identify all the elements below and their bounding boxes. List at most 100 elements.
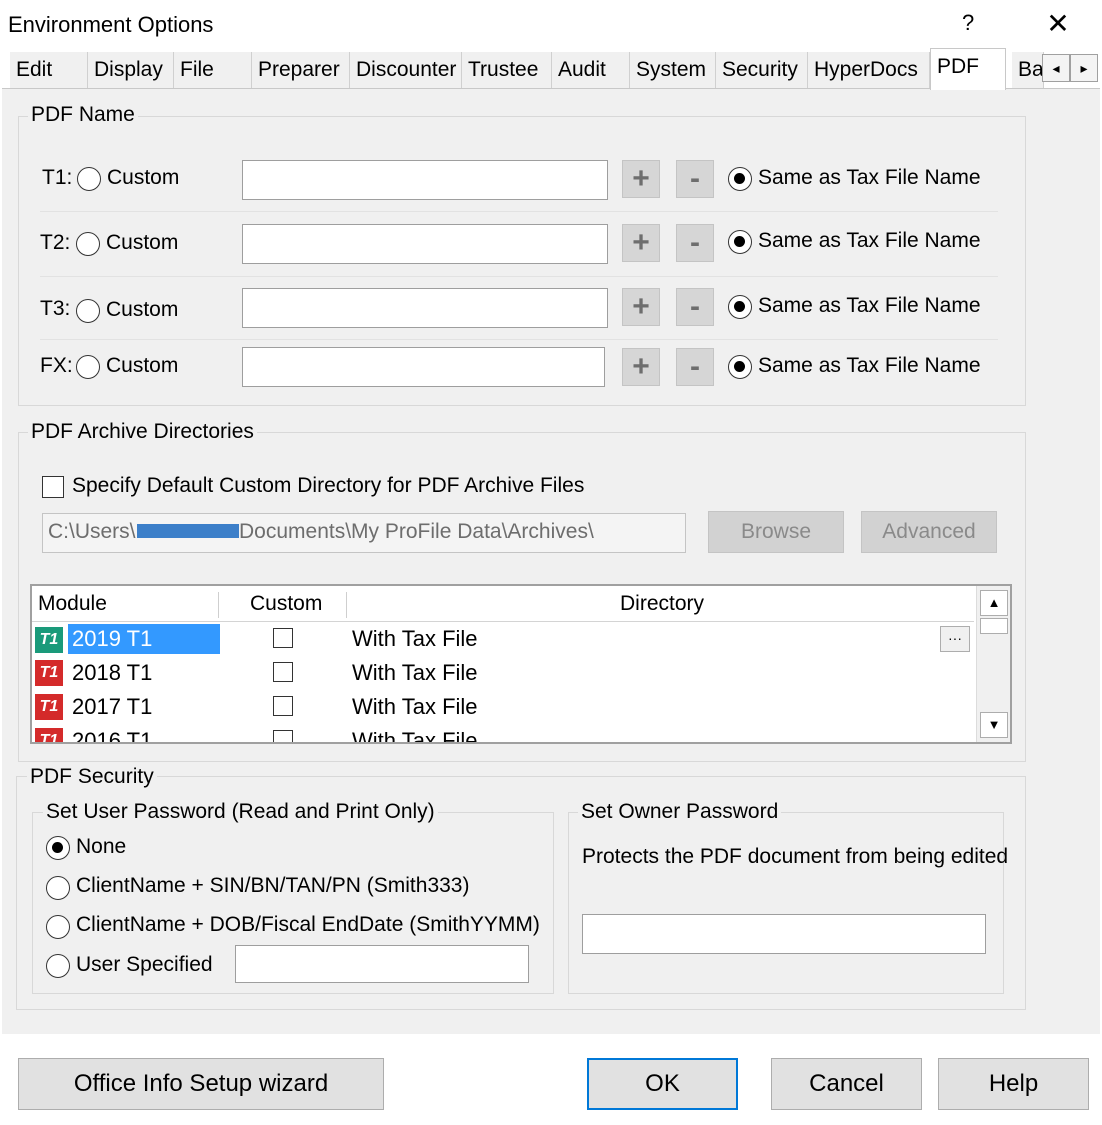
browse-button[interactable]: Browse — [708, 511, 844, 553]
module-name: 2017 T1 — [72, 694, 153, 719]
tab-audit[interactable]: Audit — [552, 52, 630, 88]
row-divider — [40, 339, 998, 340]
window-title: Environment Options — [8, 12, 214, 37]
t3-same-radio[interactable] — [728, 295, 752, 319]
custom-checkbox[interactable] — [273, 662, 293, 682]
help-button[interactable]: Help — [938, 1058, 1089, 1110]
t2-same-radio[interactable] — [728, 230, 752, 254]
column-divider — [346, 592, 347, 618]
owner-password-legend: Set Owner Password — [578, 800, 782, 824]
tab-security[interactable]: Security — [716, 52, 808, 88]
t2-same-label[interactable]: Same as Tax File Name — [758, 229, 981, 253]
fx-prefix: FX: — [40, 354, 73, 377]
advanced-button[interactable]: Advanced — [861, 511, 997, 553]
custom-directory-checkbox[interactable] — [42, 476, 64, 498]
ok-button[interactable]: OK — [587, 1058, 738, 1110]
custom-checkbox[interactable] — [273, 730, 293, 742]
t3-custom-label[interactable]: Custom — [106, 298, 178, 322]
t3-same-label[interactable]: Same as Tax File Name — [758, 294, 981, 318]
help-question-icon[interactable]: ? — [962, 10, 974, 36]
none-radio[interactable] — [46, 836, 70, 860]
t1-same-label[interactable]: Same as Tax File Name — [758, 166, 981, 190]
cancel-button[interactable]: Cancel — [771, 1058, 922, 1110]
user-password-legend: Set User Password (Read and Print Only) — [43, 800, 438, 824]
scroll-thumb[interactable] — [980, 618, 1008, 634]
tab-display[interactable]: Display — [88, 52, 174, 88]
tab-ba[interactable]: Ba — [1012, 52, 1044, 88]
none-label[interactable]: None — [76, 835, 126, 859]
custom-checkbox[interactable] — [273, 628, 293, 648]
t3-remove-button[interactable]: - — [676, 288, 714, 326]
fx-custom-radio[interactable] — [76, 355, 100, 379]
custom-directory-label[interactable]: Specify Default Custom Directory for PDF… — [72, 474, 584, 498]
t1-prefix: T1: — [42, 166, 73, 189]
owner-password-input[interactable] — [582, 914, 986, 954]
office-info-setup-wizard-button[interactable]: Office Info Setup wizard — [18, 1058, 384, 1110]
t3-custom-radio[interactable] — [76, 299, 100, 323]
column-directory-header[interactable]: Directory — [620, 587, 705, 622]
column-module-header[interactable]: Module — [38, 587, 107, 622]
tab-hyperdocs[interactable]: HyperDocs — [808, 52, 930, 88]
tab-preparer[interactable]: Preparer — [252, 52, 350, 88]
fx-custom-label[interactable]: Custom — [106, 354, 178, 378]
archive-module-grid: Module Custom Directory T1 2019 T1 With … — [30, 584, 1012, 744]
t1-custom-name-input[interactable] — [242, 160, 608, 200]
user-specified-password-input[interactable] — [235, 945, 529, 983]
t2-prefix: T2: — [40, 231, 71, 254]
user-specified-radio[interactable] — [46, 954, 70, 978]
sin-password-radio[interactable] — [46, 876, 70, 900]
t3-add-button[interactable]: + — [622, 288, 660, 326]
sin-password-label[interactable]: ClientName + SIN/BN/TAN/PN (Smith333) — [76, 874, 469, 898]
tab-trustee[interactable]: Trustee — [462, 52, 552, 88]
tab-file[interactable]: File — [174, 52, 252, 88]
tab-edit[interactable]: Edit — [10, 52, 88, 88]
t1-custom-radio[interactable] — [77, 167, 101, 191]
scroll-up-icon[interactable]: ▲ — [980, 590, 1008, 616]
column-divider — [218, 592, 219, 618]
tab-pdf[interactable]: PDF — [930, 48, 1006, 90]
close-icon[interactable]: ✕ — [1040, 6, 1076, 42]
t1-module-icon: T1 — [35, 694, 63, 720]
fx-custom-name-input[interactable] — [242, 347, 605, 387]
table-row[interactable]: T1 2017 T1 With Tax File — [32, 690, 974, 724]
table-row[interactable]: T1 2016 T1 With Tax File — [32, 724, 974, 744]
t2-remove-button[interactable]: - — [676, 224, 714, 262]
t1-add-button[interactable]: + — [622, 160, 660, 198]
owner-password-group — [568, 812, 1004, 994]
module-name: 2018 T1 — [72, 660, 153, 685]
t3-custom-name-input[interactable] — [242, 288, 608, 328]
redacted-username — [137, 524, 239, 538]
t2-custom-name-input[interactable] — [242, 224, 608, 264]
t2-add-button[interactable]: + — [622, 224, 660, 262]
table-row[interactable]: T1 2018 T1 With Tax File — [32, 656, 974, 690]
t2-custom-radio[interactable] — [76, 232, 100, 256]
fx-same-label[interactable]: Same as Tax File Name — [758, 354, 981, 378]
dob-password-radio[interactable] — [46, 915, 70, 939]
fx-remove-button[interactable]: - — [676, 348, 714, 386]
pdf-name-legend: PDF Name — [28, 103, 138, 127]
column-custom-header[interactable]: Custom — [250, 587, 323, 622]
browse-directory-button[interactable]: ··· — [940, 626, 970, 652]
table-row[interactable]: T1 2019 T1 With Tax File ··· — [32, 622, 974, 656]
tab-scroll-right-icon[interactable]: ▸ — [1070, 54, 1098, 82]
grid-header — [32, 586, 974, 622]
t3-prefix: T3: — [40, 297, 71, 320]
fx-add-button[interactable]: + — [622, 348, 660, 386]
dob-password-label[interactable]: ClientName + DOB/Fiscal EndDate (SmithYY… — [76, 913, 540, 937]
owner-password-description: Protects the PDF document from being edi… — [582, 845, 1009, 868]
pdf-archive-legend: PDF Archive Directories — [28, 420, 257, 444]
t1-remove-button[interactable]: - — [676, 160, 714, 198]
fx-same-radio[interactable] — [728, 355, 752, 379]
t2-custom-label[interactable]: Custom — [106, 231, 178, 255]
user-specified-label[interactable]: User Specified — [76, 953, 213, 977]
tab-scroll-left-icon[interactable]: ◂ — [1042, 54, 1070, 82]
module-name: 2016 T1 — [72, 728, 153, 744]
archive-path-suffix: Documents\My ProFile Data\Archives\ — [239, 520, 594, 543]
t1-custom-label[interactable]: Custom — [107, 166, 179, 190]
scroll-down-icon[interactable]: ▼ — [980, 712, 1008, 738]
custom-checkbox[interactable] — [273, 696, 293, 716]
t1-same-radio[interactable] — [728, 167, 752, 191]
tab-discounter[interactable]: Discounter — [350, 52, 462, 88]
tab-system[interactable]: System — [630, 52, 716, 88]
archive-path-field[interactable]: C:\Users\ Documents\My ProFile Data\Arch… — [42, 513, 686, 553]
